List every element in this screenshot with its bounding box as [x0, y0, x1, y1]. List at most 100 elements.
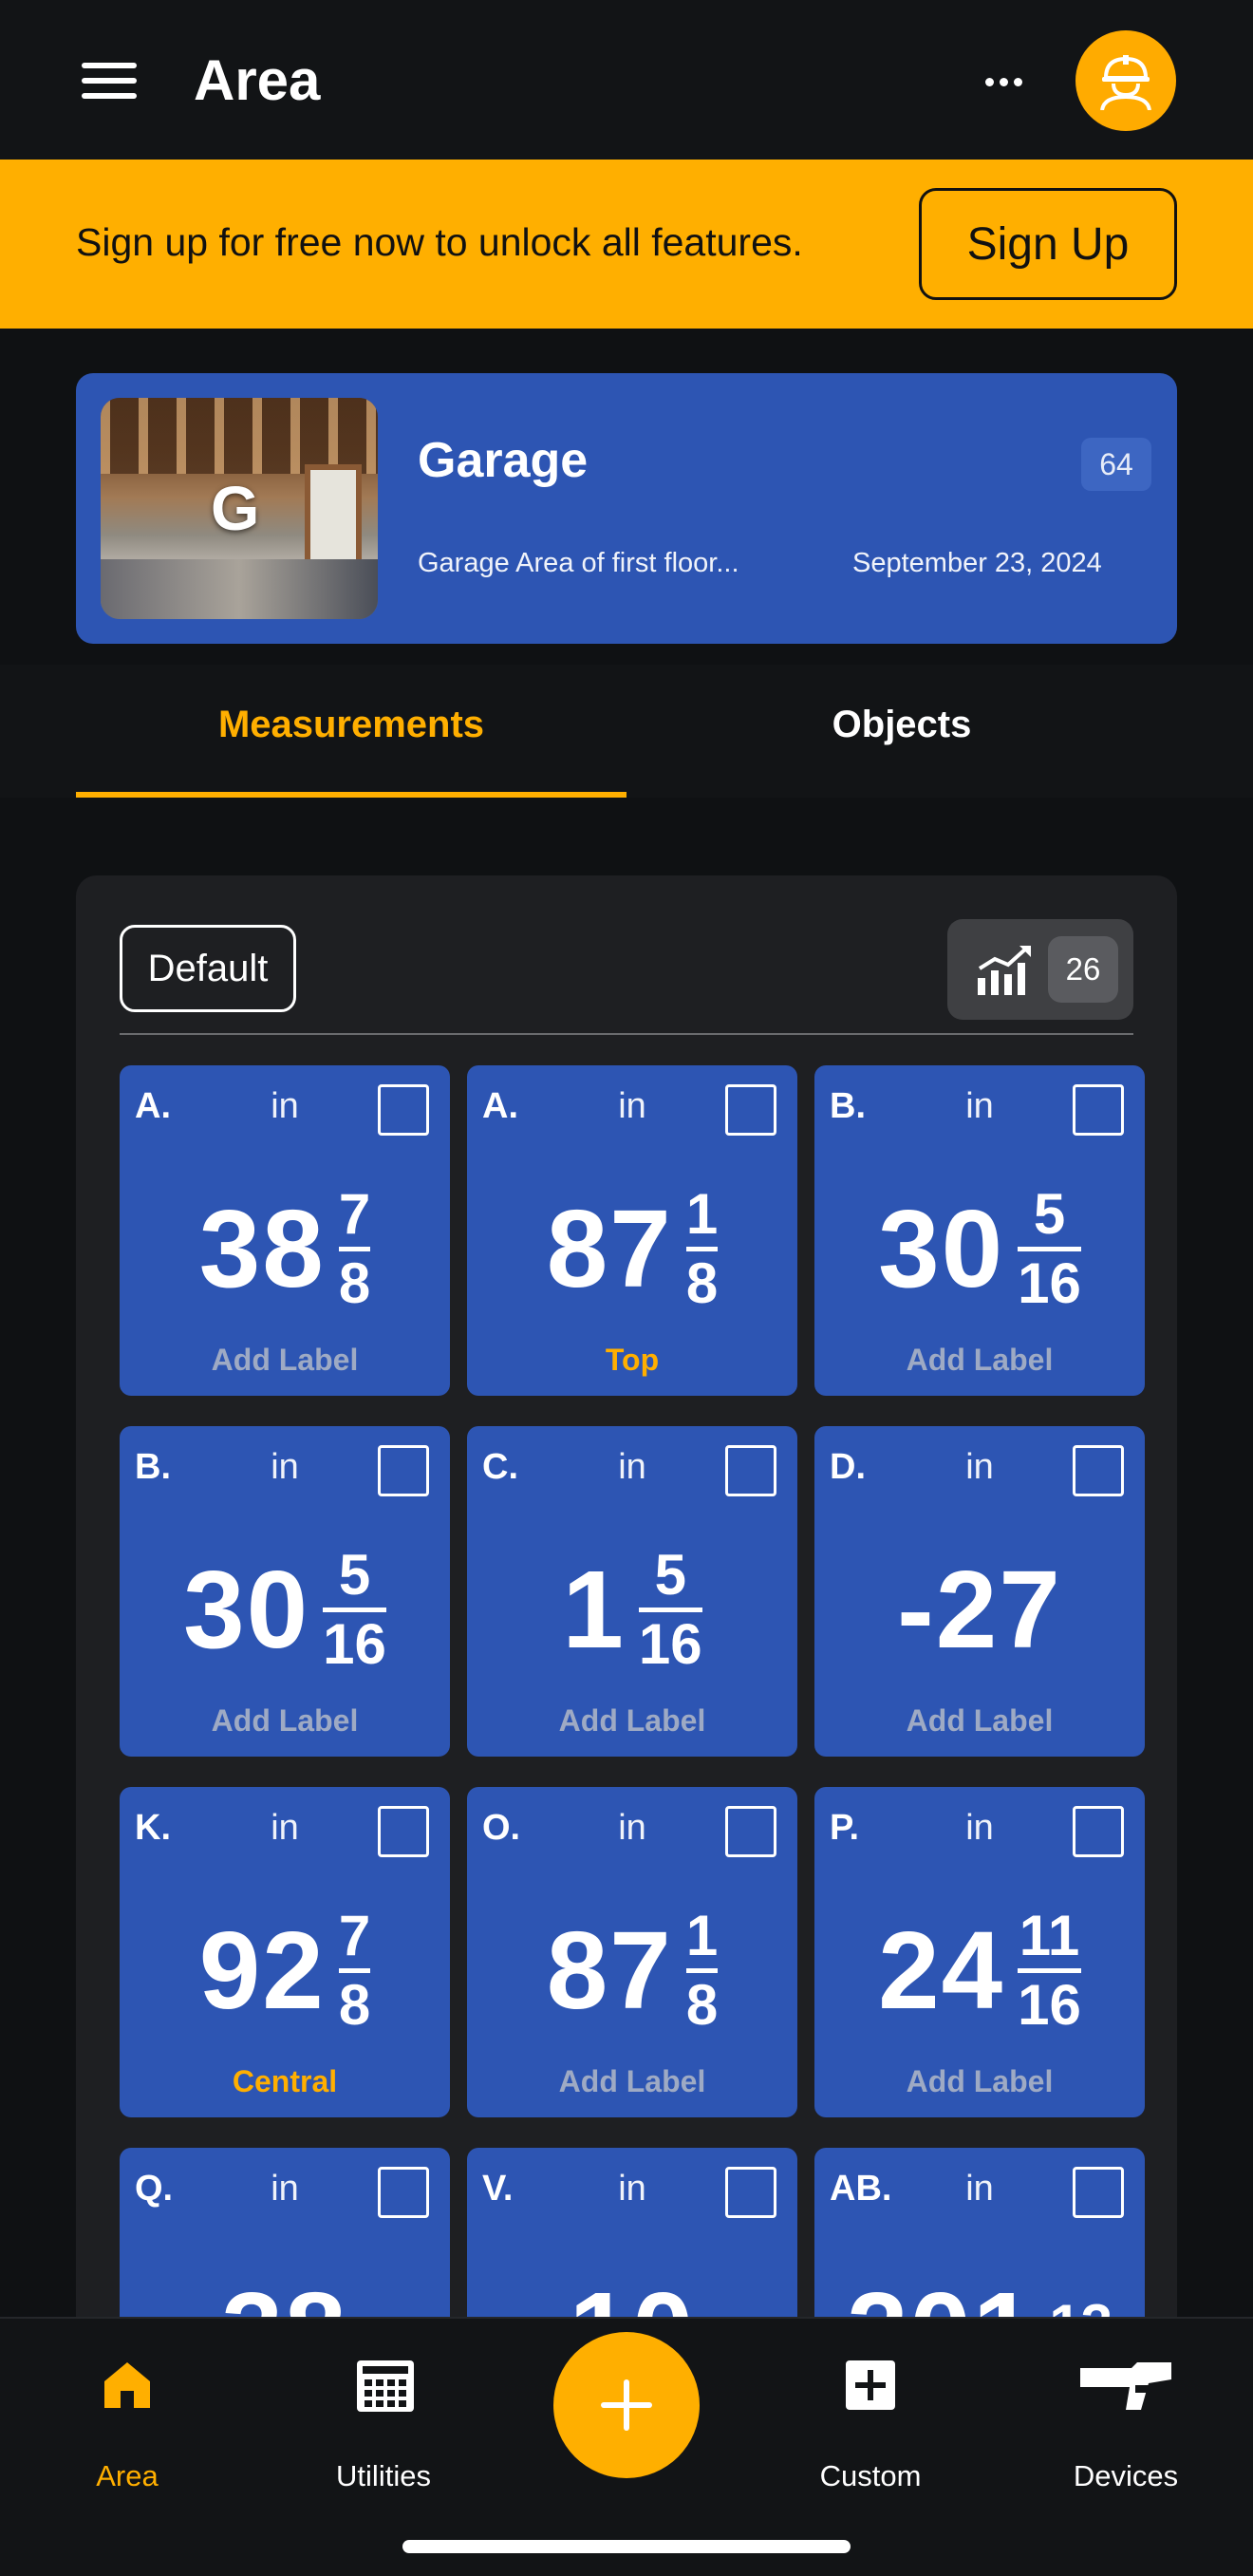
- app-header: Area: [0, 0, 1253, 160]
- worker-avatar-icon: [1100, 55, 1151, 110]
- measurement-checkbox[interactable]: [1073, 1445, 1124, 1496]
- default-group-button[interactable]: Default: [120, 925, 296, 1012]
- measurement-letter: AB.: [830, 2169, 892, 2209]
- nav-item-custom[interactable]: Custom: [757, 2319, 984, 2528]
- measurement-value: 1 5 16: [467, 1542, 797, 1676]
- nav-label: Area: [96, 2459, 159, 2492]
- nav-label: Utilities: [336, 2459, 431, 2492]
- measurement-grid: in A. 38 78 Add Label in A. 87 18 Top in…: [120, 1065, 1150, 2395]
- measurement-label[interactable]: Add Label: [814, 1341, 1145, 1379]
- measurement-label[interactable]: Add Label: [120, 1702, 450, 1739]
- measurement-whole: 30: [183, 1548, 310, 1671]
- measurement-label[interactable]: Add Label: [814, 1702, 1145, 1739]
- measurement-value: 92 78: [120, 1903, 450, 2037]
- measurement-letter: A.: [135, 1086, 171, 1126]
- measurement-whole: 1: [562, 1548, 626, 1671]
- fraction-denominator: 8: [338, 1972, 371, 2037]
- nav-item-utilities[interactable]: Utilities: [270, 2319, 497, 2528]
- measurement-letter: V.: [482, 2169, 514, 2209]
- fraction-denominator: 16: [638, 1611, 702, 1676]
- home-icon: [104, 2362, 150, 2408]
- stats-button[interactable]: 26: [947, 919, 1133, 1020]
- measurement-value: -27: [814, 1548, 1145, 1671]
- area-description: Garage Area of first floor...: [418, 548, 739, 578]
- measurement-checkbox[interactable]: [725, 1445, 776, 1496]
- active-tab-indicator: [76, 792, 626, 798]
- area-count-badge: 64: [1081, 438, 1151, 491]
- area-thumbnail-letter: G: [211, 473, 260, 543]
- measurement-checkbox[interactable]: [725, 1084, 776, 1136]
- fraction-numerator: 7: [338, 1903, 371, 1967]
- signup-banner-text: Sign up for free now to unlock all featu…: [76, 220, 803, 264]
- fraction-denominator: 16: [323, 1611, 386, 1676]
- page-title: Area: [194, 48, 321, 112]
- measurement-tile[interactable]: in D. -27 Add Label: [814, 1426, 1145, 1757]
- measurement-checkbox[interactable]: [725, 1806, 776, 1857]
- measurement-checkbox[interactable]: [1073, 2167, 1124, 2218]
- nav-item-devices[interactable]: Devices: [1012, 2319, 1240, 2528]
- measurement-tile[interactable]: in K. 92 78 Central: [120, 1787, 450, 2117]
- area-card[interactable]: G Garage 64 Garage Area of first floor..…: [76, 373, 1177, 644]
- nav-item-area[interactable]: Area: [13, 2319, 241, 2528]
- measurement-checkbox[interactable]: [378, 2167, 429, 2218]
- measurement-checkbox[interactable]: [1073, 1806, 1124, 1857]
- stats-chart-icon: [978, 946, 1031, 995]
- measurement-letter: K.: [135, 1808, 171, 1848]
- measurement-value: 87 18: [467, 1181, 797, 1311]
- measurement-checkbox[interactable]: [378, 1445, 429, 1496]
- bottom-nav: Area Utilities Custom Devices: [0, 2317, 1253, 2576]
- calculator-icon: [357, 2360, 414, 2412]
- fraction-denominator: 16: [1018, 1250, 1081, 1315]
- fraction-numerator: 1: [685, 1181, 719, 1246]
- add-measurement-button[interactable]: [553, 2332, 700, 2478]
- laser-device-icon: [1080, 2362, 1171, 2410]
- nav-label: Devices: [1073, 2459, 1179, 2492]
- measurement-whole: 30: [878, 1187, 1005, 1310]
- more-icon[interactable]: [985, 70, 1027, 93]
- measurement-tile[interactable]: in B. 30 5 16 Add Label: [814, 1065, 1145, 1396]
- measurement-letter: B.: [830, 1086, 866, 1126]
- fraction-numerator: 5: [654, 1542, 686, 1607]
- measurement-value: 30 5 16: [814, 1185, 1145, 1315]
- tab-objects[interactable]: Objects: [626, 701, 1177, 748]
- measurement-label[interactable]: Add Label: [467, 2062, 797, 2100]
- measurement-label[interactable]: Add Label: [814, 2062, 1145, 2100]
- area-date: September 23, 2024: [852, 548, 1102, 578]
- fraction-numerator: 7: [338, 1181, 371, 1246]
- fraction-numerator: 1: [685, 1903, 719, 1967]
- measurement-checkbox[interactable]: [378, 1084, 429, 1136]
- measurement-letter: B.: [135, 1447, 171, 1487]
- area-name: Garage: [418, 433, 589, 488]
- measurement-whole: 92: [198, 1908, 326, 2032]
- fraction-numerator: 5: [338, 1542, 371, 1607]
- menu-icon[interactable]: [82, 59, 137, 103]
- fraction-denominator: 8: [338, 1250, 371, 1315]
- measurement-value: 38 78: [120, 1181, 450, 1315]
- measurement-checkbox[interactable]: [1073, 1084, 1124, 1136]
- measurement-checkbox[interactable]: [378, 1806, 429, 1857]
- measurement-tile[interactable]: in C. 1 5 16 Add Label: [467, 1426, 797, 1757]
- measurement-letter: Q.: [135, 2169, 174, 2209]
- measurement-whole: 87: [546, 1908, 673, 2032]
- measurement-value: 24 11 16: [814, 1907, 1145, 2033]
- measurement-label[interactable]: Top: [467, 1341, 797, 1379]
- avatar[interactable]: [1075, 30, 1176, 131]
- measurement-tile[interactable]: in A. 38 78 Add Label: [120, 1065, 450, 1396]
- measurements-panel: Default 26 in A. 38 78 Add Label in A. 8…: [76, 875, 1177, 2395]
- measurement-letter: O.: [482, 1808, 521, 1848]
- home-indicator: [402, 2540, 851, 2553]
- measurement-tile[interactable]: in A. 87 18 Top: [467, 1065, 797, 1396]
- measurement-tile[interactable]: in B. 30 5 16 Add Label: [120, 1426, 450, 1757]
- measurement-label[interactable]: Add Label: [120, 1341, 450, 1379]
- measurement-label[interactable]: Add Label: [467, 1702, 797, 1739]
- measurement-tile[interactable]: in P. 24 11 16 Add Label: [814, 1787, 1145, 2117]
- measurement-tile[interactable]: in O. 87 18 Add Label: [467, 1787, 797, 2117]
- measurement-label[interactable]: Central: [120, 2062, 450, 2100]
- fraction-denominator: 8: [685, 1972, 719, 2037]
- tab-bar: Measurements Objects: [0, 665, 1253, 798]
- area-thumbnail: G: [101, 398, 378, 619]
- measurement-whole: 38: [198, 1187, 326, 1310]
- tab-measurements[interactable]: Measurements: [76, 701, 626, 748]
- measurement-checkbox[interactable]: [725, 2167, 776, 2218]
- sign-up-button[interactable]: Sign Up: [919, 188, 1177, 300]
